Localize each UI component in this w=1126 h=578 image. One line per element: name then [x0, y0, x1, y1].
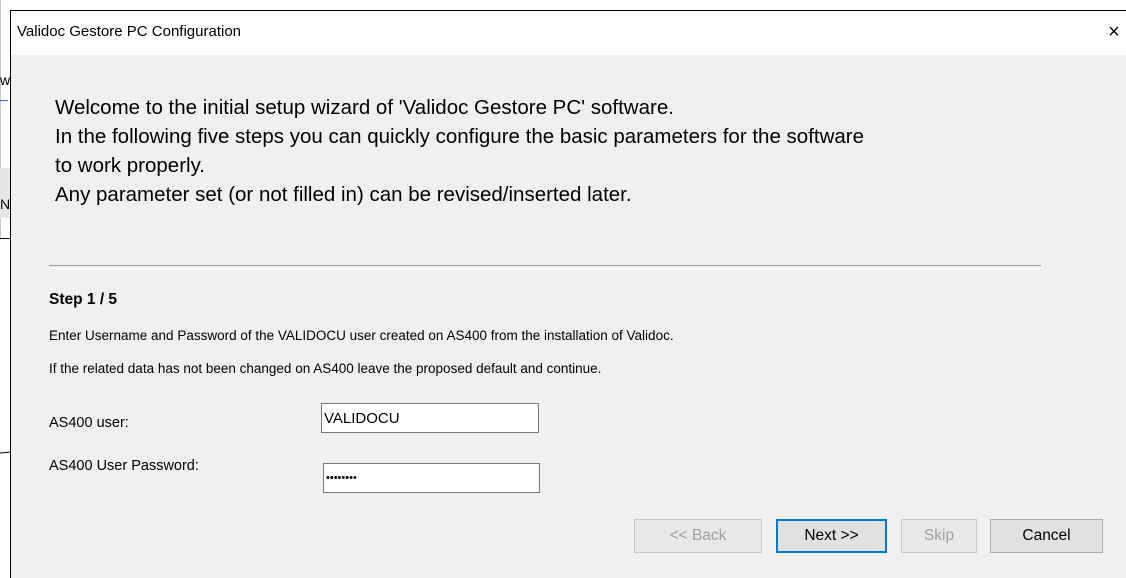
intro-line: Welcome to the initial setup wizard of '… — [55, 96, 674, 119]
intro-line: In the following five steps you can quic… — [55, 125, 865, 148]
back-button[interactable]: << Back — [634, 519, 762, 553]
as400-password-label: AS400 User Password: — [49, 458, 199, 474]
dialog-title: Validoc Gestore PC Configuration — [17, 23, 242, 40]
intro-line: Any parameter set (or not filled in) can… — [55, 183, 632, 206]
setup-wizard-dialog: Validoc Gestore PC Configuration × Welco… — [10, 10, 1126, 578]
close-icon[interactable]: × — [1102, 17, 1126, 47]
as400-password-input[interactable] — [323, 463, 540, 493]
welcome-text: Welcome to the initial setup wizard of '… — [55, 93, 864, 209]
step-description: If the related data has not been changed… — [49, 361, 602, 376]
cancel-button[interactable]: Cancel — [990, 519, 1103, 553]
title-bar: Validoc Gestore PC Configuration × — [11, 11, 1126, 55]
step-title: Step 1 / 5 — [49, 291, 118, 308]
intro-line: to work properly. — [55, 154, 206, 177]
step-description: Enter Username and Password of the VALID… — [49, 328, 674, 343]
section-divider — [49, 265, 1041, 269]
skip-button[interactable]: Skip — [901, 519, 977, 553]
as400-user-input[interactable] — [321, 403, 539, 433]
as400-user-label: AS400 user: — [49, 415, 129, 431]
next-button[interactable]: Next >> — [776, 519, 887, 553]
